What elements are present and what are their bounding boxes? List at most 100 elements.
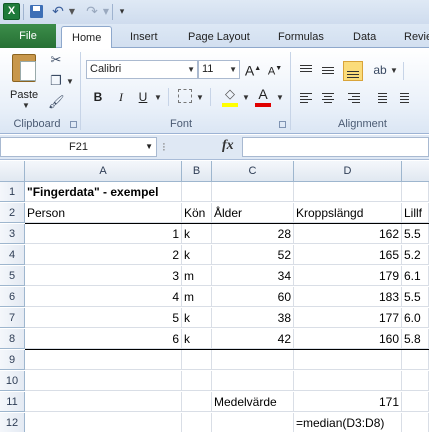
table-cell[interactable]: 5.5 (402, 224, 429, 244)
table-cell[interactable]: 160 (294, 329, 402, 349)
font-color-button[interactable]: A (255, 85, 271, 103)
empty-cell[interactable] (25, 413, 182, 432)
tab-formulas[interactable]: Formulas (278, 27, 324, 48)
row-header[interactable]: 7 (0, 308, 25, 328)
grow-font-button[interactable]: A▲ (244, 60, 262, 79)
header-kroppslangd[interactable]: Kroppslängd (294, 203, 402, 223)
underline-dropdown-icon[interactable]: ▼ (154, 93, 162, 102)
empty-cell[interactable] (402, 371, 429, 391)
fill-color-icon[interactable]: ◇ (222, 86, 238, 102)
decrease-indent-icon[interactable] (372, 90, 388, 106)
table-cell[interactable]: k (182, 329, 212, 349)
header-lillf[interactable]: Lillf (402, 203, 429, 223)
table-cell[interactable]: m (182, 287, 212, 307)
table-cell[interactable]: 1 (25, 224, 182, 244)
table-cell[interactable]: 4 (25, 287, 182, 307)
column-header-c[interactable]: C (212, 161, 294, 182)
header-kon[interactable]: Kön (182, 203, 212, 223)
row-header[interactable]: 2 (0, 203, 25, 223)
empty-cell[interactable] (25, 392, 182, 412)
borders-icon[interactable] (178, 89, 192, 103)
empty-cell[interactable] (182, 392, 212, 412)
orientation-dropdown-icon[interactable]: ▼ (390, 66, 398, 75)
empty-cell[interactable] (294, 350, 402, 370)
tab-data[interactable]: Data (353, 27, 376, 48)
underline-button[interactable]: U (136, 88, 150, 106)
align-center-icon[interactable] (320, 90, 336, 106)
table-cell[interactable]: 6 (25, 329, 182, 349)
header-alder[interactable]: Ålder (212, 203, 294, 223)
customize-qat-icon[interactable]: ▾ (117, 3, 127, 21)
empty-cell[interactable] (25, 371, 182, 391)
table-cell[interactable]: 5.5 (402, 287, 429, 307)
empty-cell[interactable] (212, 350, 294, 370)
table-cell[interactable]: 28 (212, 224, 294, 244)
bold-button[interactable]: B (90, 88, 106, 106)
column-header-b[interactable]: B (182, 161, 212, 182)
table-cell[interactable]: k (182, 308, 212, 328)
top-align-icon[interactable] (298, 62, 314, 78)
font-name-select[interactable]: Calibri ▼ (86, 60, 198, 79)
table-cell[interactable]: 177 (294, 308, 402, 328)
formula-input[interactable] (242, 137, 429, 157)
tab-insert[interactable]: Insert (130, 27, 158, 48)
paste-icon[interactable] (12, 54, 36, 82)
paste-button[interactable]: Paste (10, 89, 38, 101)
redo-dropdown-icon[interactable]: ▼ (102, 3, 110, 21)
median-value-cell[interactable]: 171 (294, 392, 402, 412)
copy-icon[interactable]: ❐ (48, 73, 64, 89)
row-header[interactable]: 5 (0, 266, 25, 286)
table-cell[interactable]: 34 (212, 266, 294, 286)
shrink-font-button[interactable]: A▼ (266, 60, 284, 78)
column-header-e[interactable] (402, 161, 429, 182)
empty-cell[interactable] (212, 182, 294, 202)
median-label-cell[interactable]: Medelvärde (212, 392, 294, 412)
align-left-icon[interactable] (298, 90, 314, 106)
paste-dropdown-icon[interactable]: ▼ (22, 101, 30, 110)
table-cell[interactable]: 52 (212, 245, 294, 265)
bottom-align-icon[interactable] (343, 61, 363, 81)
empty-cell[interactable] (182, 413, 212, 432)
table-cell[interactable]: 5.2 (402, 245, 429, 265)
font-size-select[interactable]: 11 ▼ (198, 60, 240, 79)
table-cell[interactable]: 6.0 (402, 308, 429, 328)
table-cell[interactable]: 165 (294, 245, 402, 265)
row-header[interactable]: 3 (0, 224, 25, 244)
table-cell[interactable]: 38 (212, 308, 294, 328)
copy-dropdown-icon[interactable]: ▼ (66, 77, 74, 86)
empty-cell[interactable] (212, 413, 294, 432)
row-header[interactable]: 12 (0, 413, 25, 432)
empty-cell[interactable] (402, 392, 429, 412)
empty-cell[interactable] (402, 182, 429, 202)
table-cell[interactable]: 3 (25, 266, 182, 286)
empty-cell[interactable] (182, 350, 212, 370)
clipboard-launcher-icon[interactable] (70, 121, 77, 128)
middle-align-icon[interactable] (320, 62, 336, 78)
increase-indent-icon[interactable] (394, 90, 410, 106)
table-cell[interactable]: k (182, 245, 212, 265)
table-cell[interactable]: 162 (294, 224, 402, 244)
table-cell[interactable]: 5 (25, 308, 182, 328)
borders-dropdown-icon[interactable]: ▼ (196, 93, 204, 102)
empty-cell[interactable] (25, 350, 182, 370)
table-cell[interactable]: k (182, 224, 212, 244)
row-header[interactable]: 9 (0, 350, 25, 370)
undo-dropdown-icon[interactable]: ▼ (68, 3, 76, 21)
format-painter-icon[interactable]: 🖌 (48, 94, 65, 110)
table-cell[interactable]: 179 (294, 266, 402, 286)
cut-icon[interactable]: ✂ (48, 52, 64, 68)
undo-icon[interactable]: ↶ (50, 3, 66, 21)
empty-cell[interactable] (294, 182, 402, 202)
worksheet-grid[interactable]: A B C D 1 2 3 4 5 6 7 8 9 10 11 12 "Fing… (0, 161, 429, 432)
row-header[interactable]: 6 (0, 287, 25, 307)
table-cell[interactable]: 60 (212, 287, 294, 307)
row-header[interactable]: 11 (0, 392, 25, 412)
row-header[interactable]: 4 (0, 245, 25, 265)
font-color-dropdown-icon[interactable]: ▼ (276, 93, 284, 102)
empty-cell[interactable] (402, 350, 429, 370)
align-right-icon[interactable] (346, 90, 362, 106)
table-cell[interactable]: 5.8 (402, 329, 429, 349)
empty-cell[interactable] (182, 371, 212, 391)
empty-cell[interactable] (294, 371, 402, 391)
row-header[interactable]: 10 (0, 371, 25, 391)
